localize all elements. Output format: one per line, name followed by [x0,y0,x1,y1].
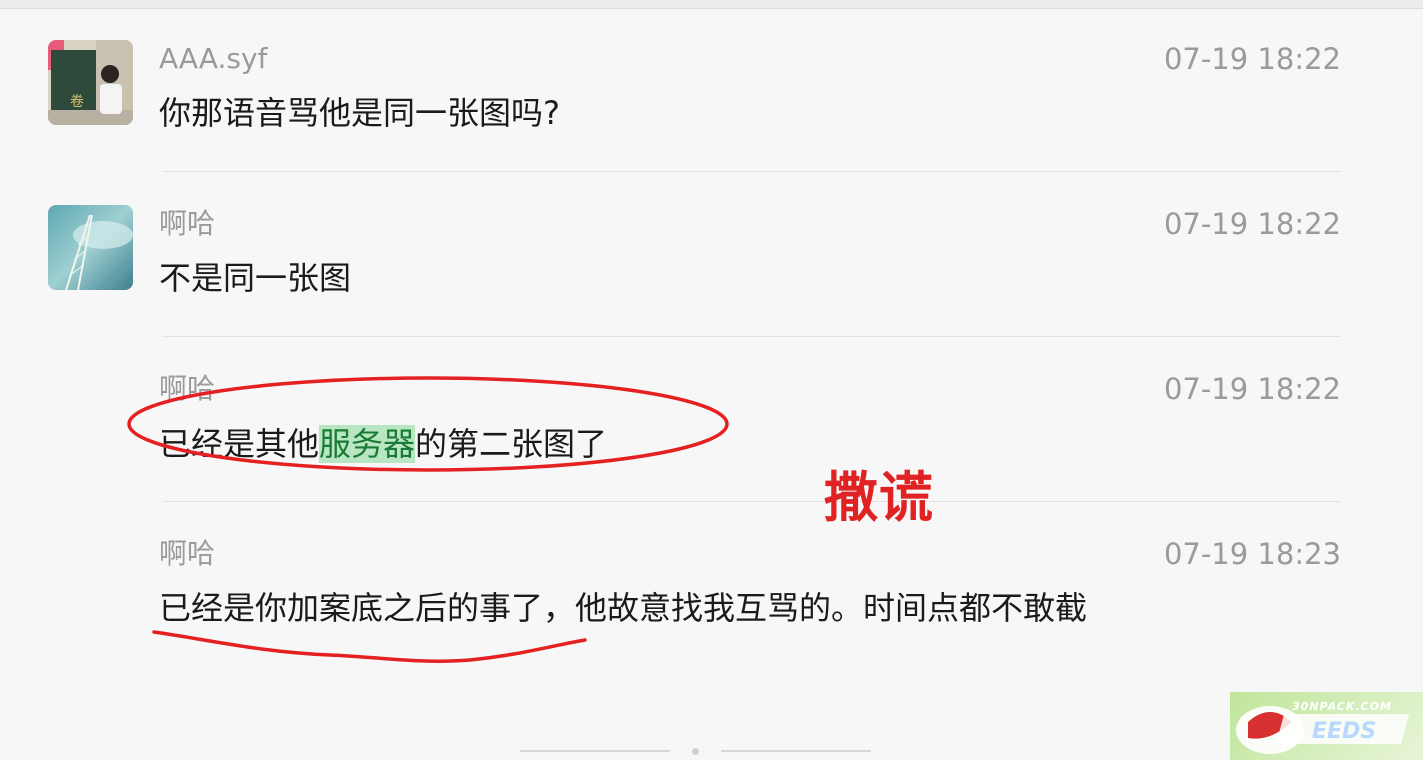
watermark-logo: EEDS 30NPACK.COM [1230,692,1423,760]
svg-text:EEDS: EEDS [1312,719,1376,744]
annotation-overlay [127,376,729,663]
watermark-text: 30NPACK.COM [1292,700,1392,713]
scroll-indicator-left [520,750,670,752]
scroll-indicator-right [721,750,871,752]
red-circle-annotation [127,376,729,472]
scroll-indicator-dot [692,748,699,755]
annotation-label: 撒谎 [824,466,934,529]
red-underline-annotation [152,630,587,663]
